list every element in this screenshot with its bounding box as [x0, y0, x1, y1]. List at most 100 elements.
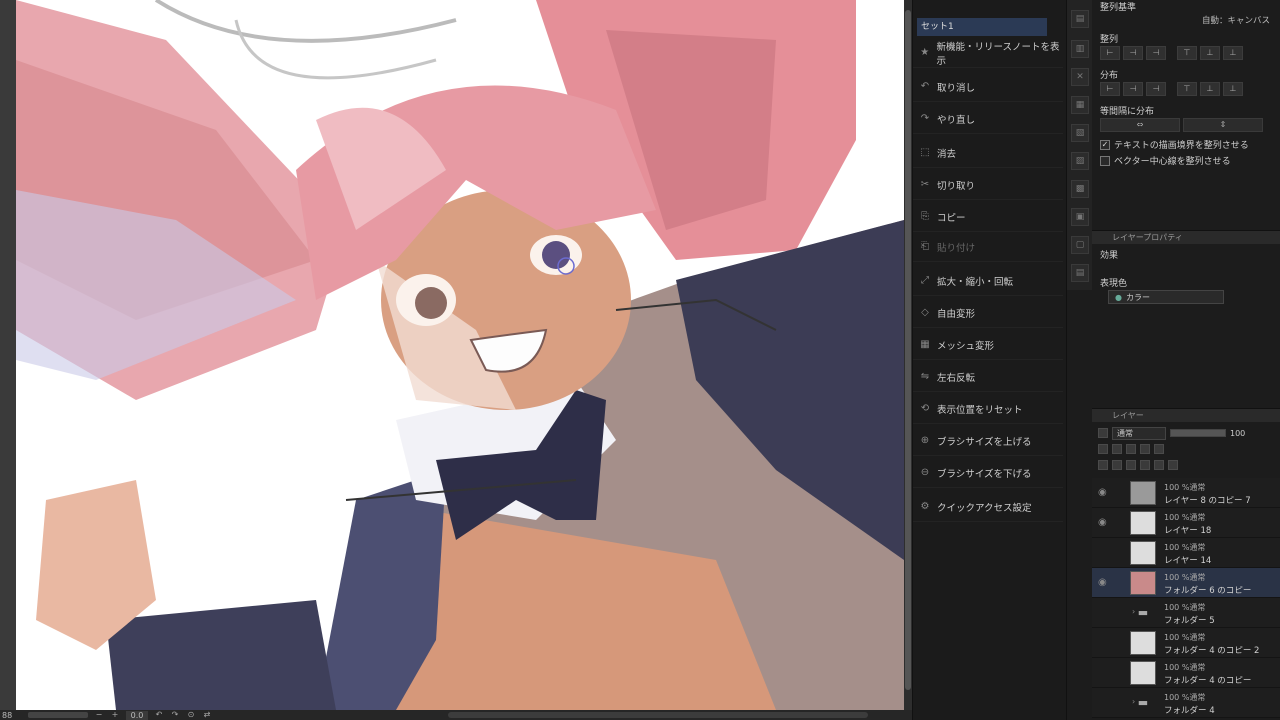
quick-access-item[interactable]: ◇ 自由変形	[913, 298, 1063, 328]
clip-icon[interactable]	[1112, 444, 1122, 454]
quick-access-item-label: メッシュ変形	[937, 340, 995, 352]
distribute-right-button[interactable]: ⊣	[1146, 82, 1166, 96]
canvas-area[interactable]	[0, 0, 912, 710]
distribute-left-button[interactable]: ⊢	[1100, 82, 1120, 96]
quick-access-item[interactable]: ⎘ コピー	[913, 202, 1063, 232]
quick-access-item[interactable]: ⟲ 表示位置をリセット	[913, 394, 1063, 424]
lock-icon[interactable]	[1098, 444, 1108, 454]
vector-center-checkbox-row[interactable]: ベクター中心線を整列させる	[1100, 154, 1231, 167]
expression-color-select[interactable]: ● カラー	[1108, 290, 1224, 304]
blend-mode-select[interactable]: 通常	[1112, 426, 1166, 440]
panel-toggle-icon[interactable]: ▤	[1071, 264, 1089, 282]
quick-access-item[interactable]: ✂ 切り取り	[913, 170, 1063, 200]
reference-icon[interactable]	[1126, 444, 1136, 454]
zoom-value[interactable]: 88	[2, 711, 22, 720]
layer-row[interactable]: 100 %通常 フォルダー 4 のコピー	[1092, 658, 1280, 688]
lock-alpha-icon[interactable]	[1154, 444, 1164, 454]
horizontal-scrollbar[interactable]	[448, 712, 868, 718]
layer-row[interactable]: 100 %通常 フォルダー 4 のコピー 2	[1092, 628, 1280, 658]
quick-access-item[interactable]: ↶ 取り消し	[913, 72, 1063, 102]
quick-access-set-tab[interactable]: セット1	[917, 18, 1047, 36]
layer-mode: 100 %通常	[1164, 663, 1206, 672]
equal-spacing-h-button[interactable]: ⇔	[1100, 118, 1180, 132]
align-base-value[interactable]: 自動：キャンバス	[1202, 14, 1270, 26]
reset-icon[interactable]: ⊙	[186, 711, 196, 719]
layer-property-tab-label: レイヤープロパティ	[1112, 233, 1183, 242]
quick-access-item[interactable]: ▦ メッシュ変形	[913, 330, 1063, 360]
layer-row[interactable]: ◉ 100 %通常 フォルダー 6 のコピー	[1092, 568, 1280, 598]
quick-access-item[interactable]: ⊖ ブラシサイズを下げる	[913, 458, 1063, 488]
quick-access-item[interactable]: ⚙ クイックアクセス設定	[913, 492, 1063, 522]
mask-icon[interactable]	[1154, 460, 1164, 470]
quick-access-item[interactable]: ⤢ 拡大・縮小・回転	[913, 266, 1063, 296]
panel-toggle-icon[interactable]: ▧	[1071, 124, 1089, 142]
panel-toggle-icon[interactable]: ▢	[1071, 236, 1089, 254]
drawing-canvas[interactable]	[16, 0, 904, 710]
new-folder-icon[interactable]	[1126, 460, 1136, 470]
rotation-value[interactable]: 0.0	[126, 710, 148, 720]
draft-icon[interactable]	[1140, 444, 1150, 454]
panel-toggle-icon[interactable]: ▤	[1071, 10, 1089, 28]
align-left-button[interactable]: ⊢	[1100, 46, 1120, 60]
align-hcenter-button[interactable]: ⊣	[1123, 46, 1143, 60]
layer-row[interactable]: 100 %通常 レイヤー 14	[1092, 538, 1280, 568]
delete-layer-icon[interactable]	[1168, 460, 1178, 470]
visibility-eye-icon[interactable]	[1098, 667, 1110, 677]
layer-row[interactable]: ◉ 100 %通常 レイヤー 18	[1092, 508, 1280, 538]
layer-row[interactable]: › ▬ 100 %通常 フォルダー 4	[1092, 688, 1280, 718]
visibility-eye-icon[interactable]	[1098, 637, 1110, 647]
distribute-bottom-button[interactable]: ⊥	[1223, 82, 1243, 96]
new-vector-layer-icon[interactable]	[1112, 460, 1122, 470]
rotate-left-icon[interactable]: ↶	[154, 711, 164, 719]
panel-toggle-icon[interactable]: ▩	[1071, 180, 1089, 198]
distribute-hcenter-button[interactable]: ⊣	[1123, 82, 1143, 96]
quick-access-item[interactable]: ⎗ 貼り付け	[913, 232, 1063, 262]
zoom-out-button[interactable]: −	[94, 711, 104, 719]
layer-name: フォルダー 4	[1164, 706, 1215, 716]
align-top-button[interactable]: ⊤	[1177, 46, 1197, 60]
panel-toggle-icon[interactable]: ▦	[1071, 96, 1089, 114]
layer-row[interactable]: › ▬ 100 %通常 フォルダー 5	[1092, 598, 1280, 628]
vector-center-checkbox[interactable]	[1100, 155, 1110, 166]
align-right-button[interactable]: ⊣	[1146, 46, 1166, 60]
layer-menu-icon[interactable]	[1098, 428, 1108, 438]
distribute-vcenter-button[interactable]: ⊥	[1200, 82, 1220, 96]
right-panels: 整列基準 自動：キャンバス 整列 ⊢ ⊣ ⊣ ⊤ ⊥ ⊥ 分布 ⊢ ⊣ ⊣ ⊤ …	[1092, 0, 1280, 720]
quick-access-item[interactable]: ★ 新機能・リリースノートを表示	[913, 38, 1063, 68]
layers-tab[interactable]: レイヤー	[1092, 408, 1280, 422]
zoom-slider[interactable]	[28, 712, 88, 718]
panel-toggle-icon[interactable]: ▣	[1071, 208, 1089, 226]
distribute-label: 分布	[1100, 71, 1119, 81]
text-bounds-checkbox[interactable]: ✓	[1100, 139, 1110, 150]
quick-access-item[interactable]: ⇋ 左右反転	[913, 362, 1063, 392]
panel-toggle-icon[interactable]: ▥	[1071, 40, 1089, 58]
visibility-eye-icon[interactable]	[1098, 547, 1110, 557]
visibility-eye-icon[interactable]: ◉	[1098, 577, 1110, 588]
merge-down-icon[interactable]	[1140, 460, 1150, 470]
opacity-slider[interactable]	[1170, 429, 1226, 437]
panel-toggle-icon[interactable]: ▨	[1071, 152, 1089, 170]
visibility-eye-icon[interactable]	[1098, 697, 1110, 707]
quick-access-item[interactable]: ⬚ 消去	[913, 138, 1063, 168]
visibility-eye-icon[interactable]: ◉	[1098, 487, 1110, 498]
new-raster-layer-icon[interactable]	[1098, 460, 1108, 470]
layer-row[interactable]: ◉ 100 %通常 レイヤー 8 のコピー 7	[1092, 478, 1280, 508]
text-bounds-checkbox-row[interactable]: ✓ テキストの描画境界を整列させる	[1100, 138, 1249, 151]
layer-property-tab[interactable]: レイヤープロパティ	[1092, 230, 1280, 244]
zoom-in-button[interactable]: +	[110, 711, 120, 719]
free-transform-icon: ◇	[921, 306, 929, 318]
align-bottom-button[interactable]: ⊥	[1223, 46, 1243, 60]
rotate-right-icon[interactable]: ↷	[170, 711, 180, 719]
distribute-top-button[interactable]: ⊤	[1177, 82, 1197, 96]
new-features-icon: ★	[920, 46, 930, 58]
quick-access-item[interactable]: ↷ やり直し	[913, 104, 1063, 134]
visibility-eye-icon[interactable]	[1098, 607, 1110, 617]
vertical-scrollbar[interactable]	[904, 0, 912, 710]
opacity-value[interactable]: 100	[1230, 429, 1252, 438]
quick-access-item[interactable]: ⊕ ブラシサイズを上げる	[913, 426, 1063, 456]
panel-toggle-icon[interactable]: ✕	[1071, 68, 1089, 86]
flip-icon[interactable]: ⇄	[202, 711, 212, 719]
visibility-eye-icon[interactable]: ◉	[1098, 517, 1110, 528]
align-vcenter-button[interactable]: ⊥	[1200, 46, 1220, 60]
equal-spacing-v-button[interactable]: ⇕	[1183, 118, 1263, 132]
